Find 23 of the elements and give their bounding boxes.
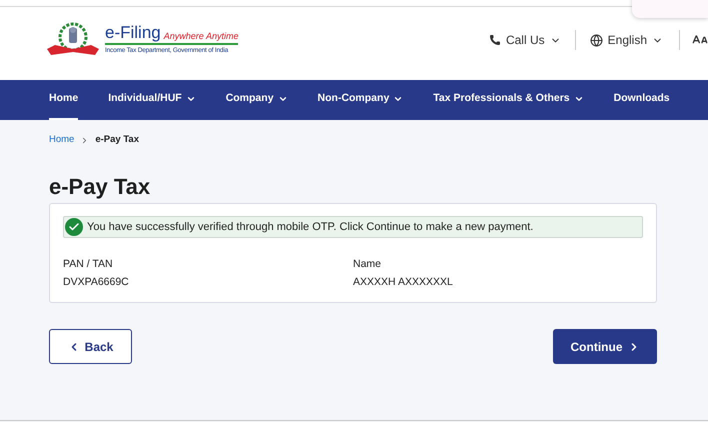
continue-button[interactable]: Continue [553, 329, 657, 364]
nav-tab[interactable]: Downloads [614, 80, 670, 120]
brand-name: e-Filing [105, 24, 161, 42]
field-label: PAN / TAN [63, 257, 113, 272]
back-button[interactable]: Back [49, 329, 132, 364]
tagline: Anywhere Anytime [164, 30, 238, 42]
nav-tab[interactable]: Individual/HUF [108, 80, 196, 120]
call-us-button[interactable]: Call Us [488, 31, 561, 49]
page-title: e-Pay Tax [49, 174, 150, 200]
phone-icon [488, 34, 501, 46]
field-value: DVXPA6669C [63, 275, 129, 290]
language-button[interactable]: English [590, 31, 663, 49]
nav-tab[interactable]: Non-Company [318, 80, 404, 120]
field-label: Name [353, 257, 382, 272]
alert-text: You have successfully verified through mobile OTP. Click Continue to make a new payment. [87, 220, 534, 235]
nav-tab[interactable]: Company [226, 80, 288, 120]
breadcrumb-current: e-Pay Tax [95, 133, 139, 147]
nav-tab[interactable]: Home [49, 80, 78, 120]
nav-tab[interactable]: Tax Professionals & Others [433, 80, 584, 120]
check-icon [65, 218, 83, 236]
globe-icon [590, 34, 603, 46]
breadcrumb-link[interactable]: Home [49, 133, 74, 148]
field-value: AXXXXH AXXXXXXL [353, 275, 453, 290]
